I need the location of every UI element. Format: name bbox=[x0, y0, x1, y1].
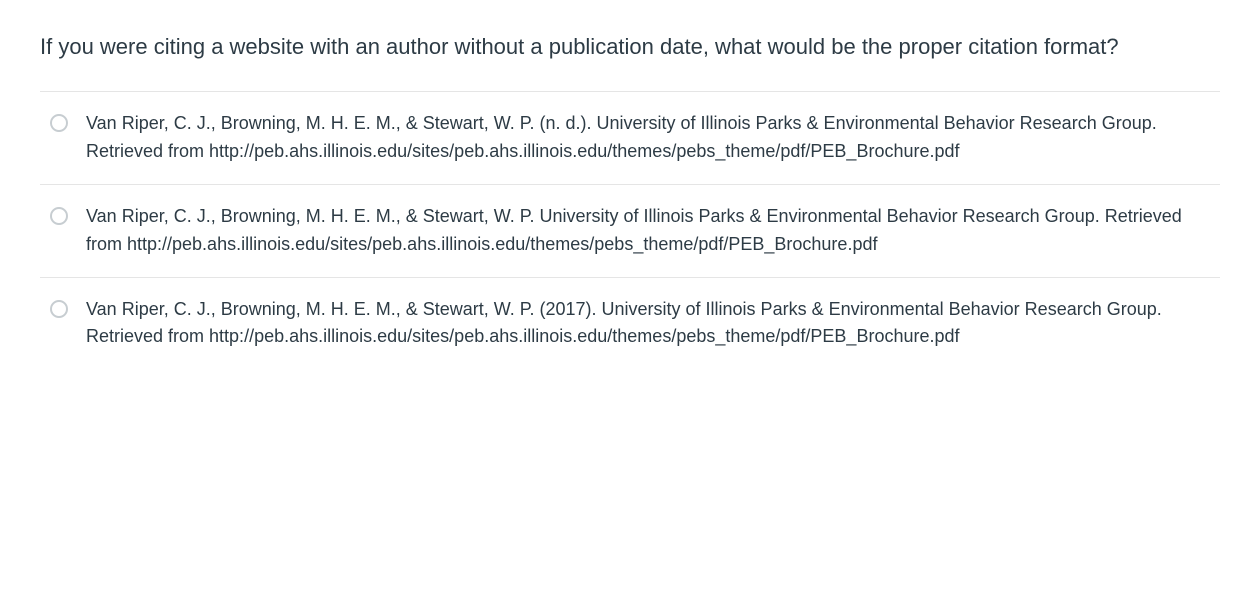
radio-input-0[interactable] bbox=[50, 114, 68, 132]
option-text-0: Van Riper, C. J., Browning, M. H. E. M.,… bbox=[86, 110, 1220, 166]
option-row-0[interactable]: Van Riper, C. J., Browning, M. H. E. M.,… bbox=[40, 92, 1220, 185]
option-row-1[interactable]: Van Riper, C. J., Browning, M. H. E. M.,… bbox=[40, 185, 1220, 278]
radio-wrapper bbox=[50, 114, 68, 132]
options-container: Van Riper, C. J., Browning, M. H. E. M.,… bbox=[40, 91, 1220, 369]
option-text-2: Van Riper, C. J., Browning, M. H. E. M.,… bbox=[86, 296, 1220, 352]
option-text-1: Van Riper, C. J., Browning, M. H. E. M.,… bbox=[86, 203, 1220, 259]
radio-wrapper bbox=[50, 207, 68, 225]
radio-wrapper bbox=[50, 300, 68, 318]
radio-input-1[interactable] bbox=[50, 207, 68, 225]
question-text: If you were citing a website with an aut… bbox=[40, 30, 1220, 63]
radio-input-2[interactable] bbox=[50, 300, 68, 318]
option-row-2[interactable]: Van Riper, C. J., Browning, M. H. E. M.,… bbox=[40, 278, 1220, 370]
